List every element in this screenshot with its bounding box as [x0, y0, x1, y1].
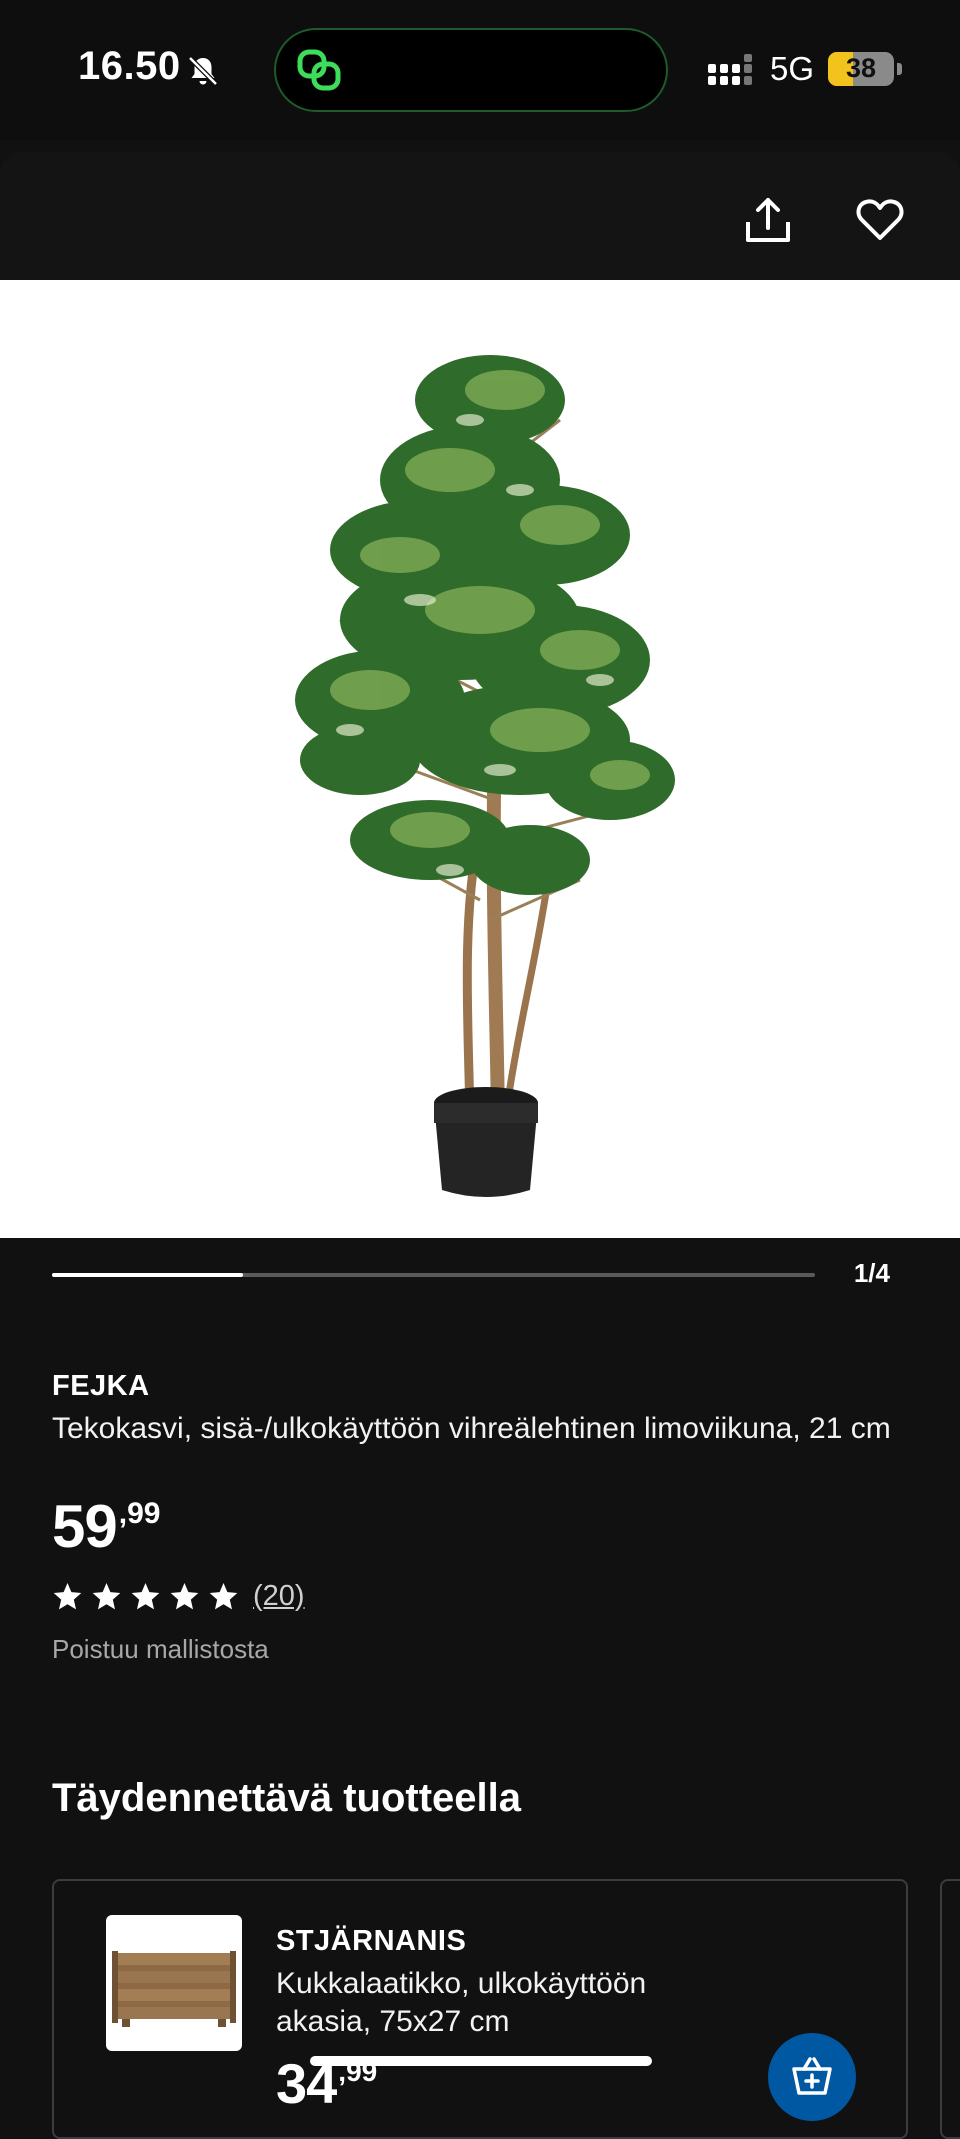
add-to-cart-icon [792, 2057, 832, 2095]
share-icon[interactable] [740, 192, 796, 248]
gallery-progress [52, 1273, 815, 1277]
rating[interactable]: (20) [52, 1576, 305, 1616]
product-price: 59,99 [52, 1492, 160, 1561]
network-label: 5G [770, 50, 815, 87]
product-thumbnail [106, 1915, 242, 2051]
app-header [0, 152, 960, 280]
star-icon [170, 1582, 199, 1609]
product-image[interactable] [0, 280, 960, 1238]
review-count[interactable]: (20) [253, 1580, 305, 1613]
add-to-cart-button[interactable] [768, 2033, 856, 2121]
next-product-card[interactable] [940, 1879, 960, 2139]
availability-note: Poistuu mallistosta [52, 1634, 269, 1664]
section-title: Täydennettävä tuotteella [52, 1776, 522, 1820]
product-card[interactable]: STJÄRNANIS Kukkalaatikko, ulkokäyttöön a… [52, 1879, 908, 2139]
battery-cap [897, 63, 902, 75]
card-description: Kukkalaatikko, ulkokäyttöön akasia, 75x2… [276, 1967, 647, 2038]
card-brand: STJÄRNANIS [276, 1925, 467, 1957]
status-bar: 16.50 5G 38 [0, 0, 960, 140]
battery-level: 38 [845, 53, 877, 83]
link-rings-icon [297, 49, 341, 91]
product-brand: FEJKA [52, 1370, 150, 1402]
bell-slash-icon [188, 56, 218, 86]
star-icon [209, 1582, 238, 1609]
price-integer: 59 [52, 1493, 118, 1560]
battery-icon: 38 [828, 52, 894, 86]
planter-box-image [112, 1951, 236, 2027]
gallery-counter: 1/4 [853, 1258, 890, 1288]
price-decimals: ,99 [118, 1497, 161, 1530]
signal-icon [708, 54, 752, 85]
star-icon [53, 1582, 82, 1609]
status-time: 16.50 [78, 44, 181, 88]
home-indicator[interactable] [310, 2056, 652, 2066]
product-description: Tekokasvi, sisä-/ulkokäyttöön vihreäleht… [52, 1412, 891, 1445]
dynamic-island[interactable] [274, 28, 668, 112]
star-icon [131, 1582, 160, 1609]
plant-illustration [295, 355, 675, 1197]
star-icon [92, 1582, 121, 1609]
heart-icon[interactable] [852, 192, 908, 248]
